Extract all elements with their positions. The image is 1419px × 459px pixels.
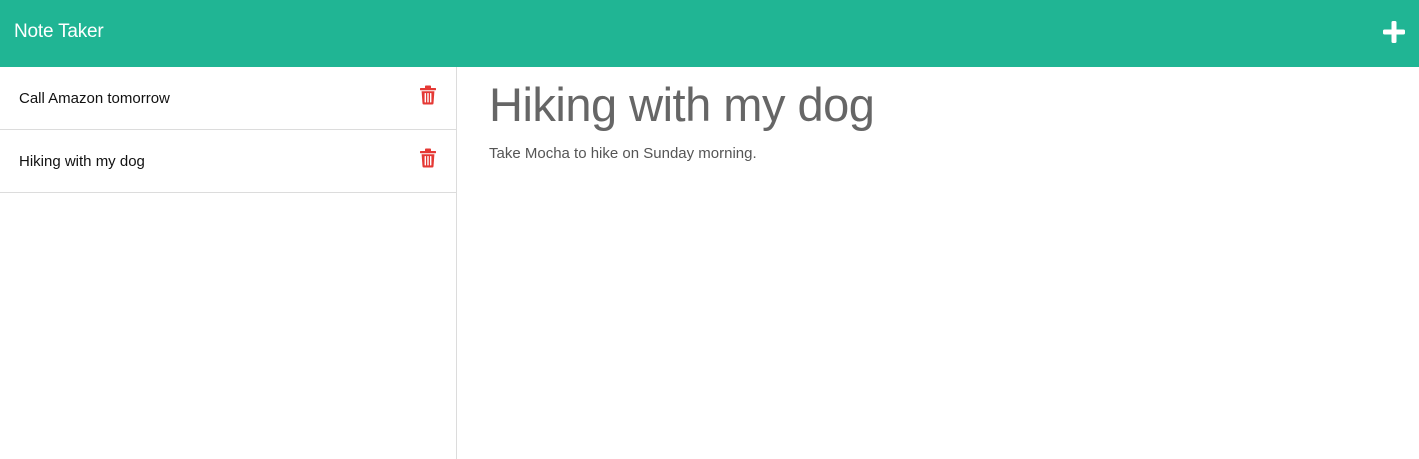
note-title[interactable]: Hiking with my dog	[489, 79, 1388, 131]
note-list-item[interactable]: Call Amazon tomorrow	[0, 67, 456, 130]
new-note-button[interactable]	[1382, 20, 1406, 44]
notes-sidebar: Call Amazon tomorrow Hiking with my dog	[0, 67, 457, 459]
navbar: Note Taker	[0, 0, 1419, 67]
note-list-item-title[interactable]: Call Amazon tomorrow	[19, 90, 170, 107]
trash-icon[interactable]	[419, 148, 437, 168]
trash-icon[interactable]	[419, 85, 437, 105]
note-list-item-title[interactable]: Hiking with my dog	[19, 153, 145, 170]
note-text[interactable]: Take Mocha to hike on Sunday morning.	[489, 145, 1388, 162]
plus-icon	[1383, 21, 1405, 43]
brand-title[interactable]: Note Taker	[14, 21, 104, 43]
note-detail: Hiking with my dog Take Mocha to hike on…	[458, 67, 1419, 459]
note-list-item[interactable]: Hiking with my dog	[0, 130, 456, 193]
note-list: Call Amazon tomorrow Hiking with my dog	[0, 67, 456, 193]
